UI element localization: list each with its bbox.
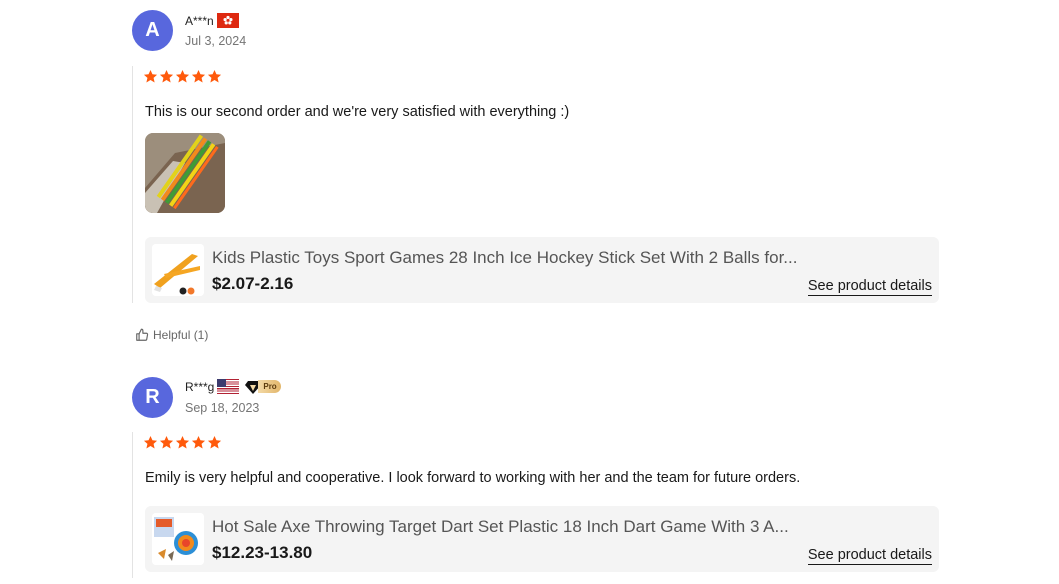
- review-date: Sep 18, 2023: [185, 401, 260, 415]
- star-icon: [159, 435, 174, 449]
- star-icon: [207, 69, 222, 83]
- avatar-letter: A: [145, 19, 160, 41]
- reviewer-name: R***g: [185, 379, 215, 394]
- star-icon: [207, 435, 222, 449]
- usa-flag-icon: [217, 379, 240, 394]
- star-icon: [191, 69, 206, 83]
- product-title[interactable]: Kids Plastic Toys Sport Games 28 Inch Ic…: [212, 248, 812, 268]
- reviewer-name-row: R***g Pro: [185, 379, 281, 394]
- review-photo[interactable]: [145, 133, 225, 213]
- product-card[interactable]: Kids Plastic Toys Sport Games 28 Inch Ic…: [145, 237, 939, 303]
- product-price: $2.07-2.16: [212, 274, 294, 293]
- see-product-details-link[interactable]: See product details: [807, 547, 932, 565]
- product-thumbnail[interactable]: [152, 513, 204, 565]
- helpful-button[interactable]: Helpful (1): [135, 328, 208, 342]
- star-rating: [143, 435, 222, 450]
- product-price: $12.23-13.80: [212, 543, 313, 562]
- reviewer-name: A***n: [185, 13, 214, 28]
- review-text: Emily is very helpful and cooperative. I…: [145, 470, 801, 486]
- thumbs-up-icon: [136, 328, 149, 341]
- star-icon: [159, 69, 174, 83]
- pro-badge-label: Pro: [258, 380, 281, 393]
- reviewer-name-row: A***n: [185, 13, 239, 28]
- star-rating: [143, 69, 222, 84]
- review-text: This is our second order and we're very …: [145, 104, 570, 120]
- pro-badge: Pro: [245, 380, 281, 394]
- avatar: A: [132, 10, 173, 51]
- star-icon: [143, 435, 158, 449]
- product-title[interactable]: Hot Sale Axe Throwing Target Dart Set Pl…: [212, 517, 812, 537]
- review-date: Jul 3, 2024: [185, 34, 247, 48]
- review-content: This is our second order and we're very …: [132, 66, 942, 303]
- star-icon: [175, 435, 190, 449]
- star-icon: [175, 69, 190, 83]
- review-content: Emily is very helpful and cooperative. I…: [132, 432, 942, 578]
- see-product-details-link[interactable]: See product details: [807, 278, 932, 296]
- star-icon: [143, 69, 158, 83]
- helpful-label: Helpful (1): [153, 328, 209, 342]
- product-thumbnail[interactable]: [152, 244, 204, 296]
- star-icon: [191, 435, 206, 449]
- avatar-letter: R: [145, 386, 160, 408]
- hong-kong-flag-icon: [216, 13, 239, 28]
- product-card[interactable]: Hot Sale Axe Throwing Target Dart Set Pl…: [145, 506, 939, 572]
- avatar: R: [132, 377, 173, 418]
